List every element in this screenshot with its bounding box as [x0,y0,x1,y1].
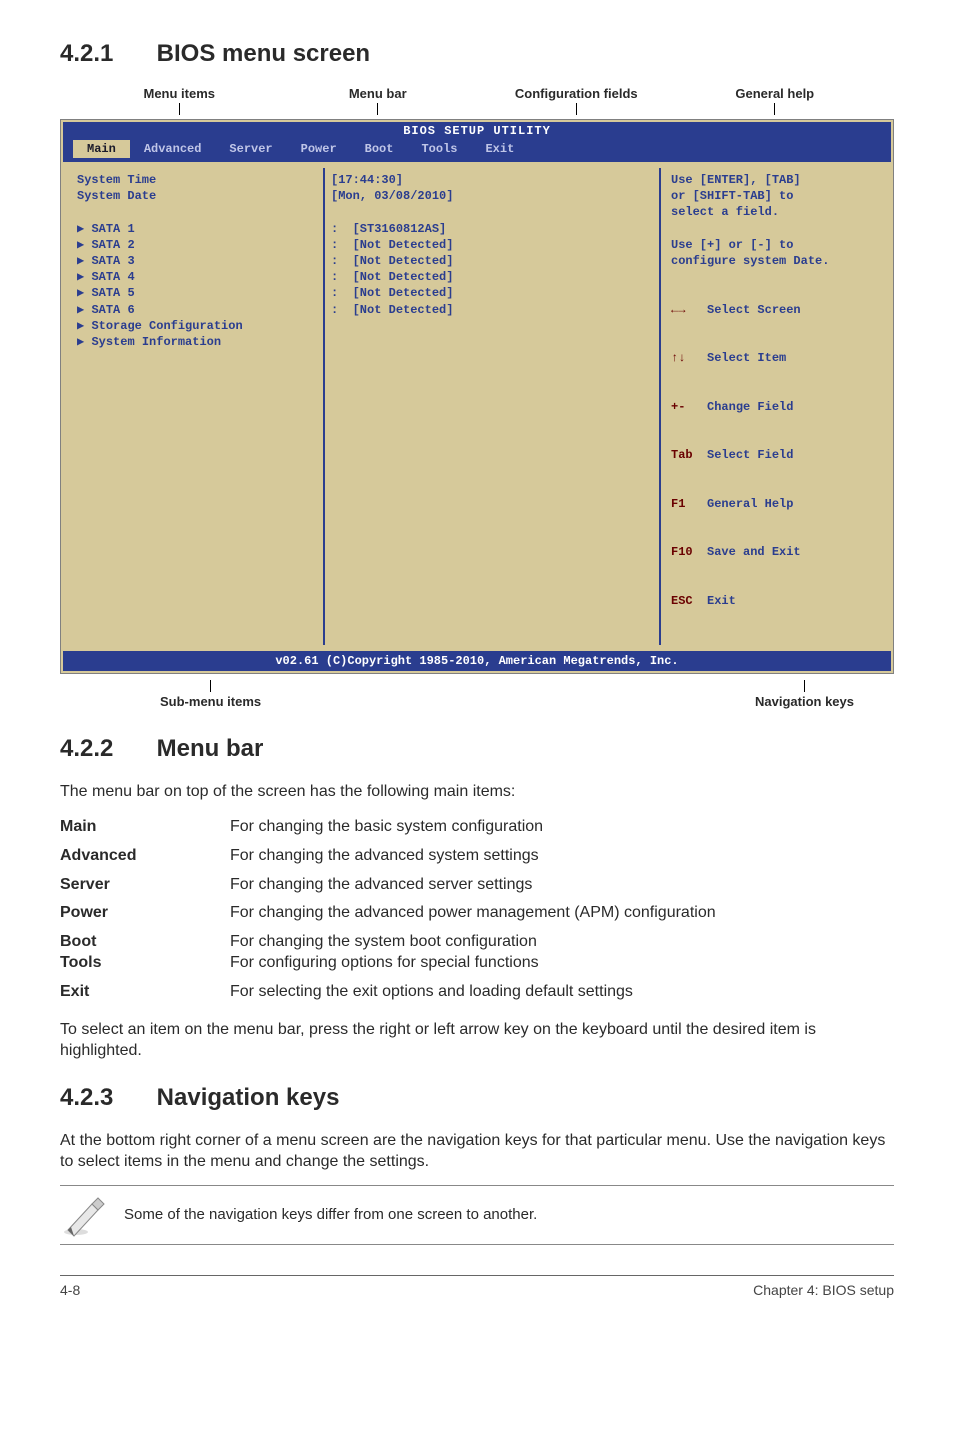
menubar-desc: For changing the advanced system setting… [230,842,894,871]
bios-tab-main[interactable]: Main [73,140,130,158]
bios-values-panel: [17:44:30] [Mon, 03/08/2010] : [ST316081… [325,162,659,651]
menubar-desc: For selecting the exit options and loadi… [230,978,894,1007]
help-line: or [SHIFT-TAB] to [671,188,881,204]
annot-general-help: General help [676,86,875,115]
menubar-desc: For changing the advanced power manageme… [230,899,894,928]
section-title: Menu bar [157,735,264,762]
help-line: Use [+] or [-] to [671,237,881,253]
bios-bottom-annotations: Sub-menu items Navigation keys [60,680,894,709]
page-number: 4-8 [60,1282,80,1298]
sata3-value: : [Not Detected] [331,253,653,269]
section-number: 4.2.2 [60,735,150,763]
menubar-key: Exit [60,978,230,1007]
annot-submenu-items: Sub-menu items [160,680,261,709]
help-line: configure system Date. [671,253,881,269]
bios-tab-advanced[interactable]: Advanced [130,140,216,158]
bios-help-panel: Use [ENTER], [TAB] or [SHIFT-TAB] to sel… [661,162,891,651]
system-date-item[interactable]: System Date [77,188,317,204]
sata6-value: : [Not Detected] [331,302,653,318]
sata4-item[interactable]: ▶ SATA 4 [77,269,317,285]
menubar-key: Main [60,813,230,842]
help-line: Use [ENTER], [TAB] [671,172,881,188]
menubar-key: Power [60,899,230,928]
nav-keys-box: ←→ Select Screen ↑↓ Select Item +- Chang… [671,269,881,641]
sata1-item[interactable]: ▶ SATA 1 [77,221,317,237]
annot-nav-keys: Navigation keys [755,680,854,709]
menubar-desc: For changing the advanced server setting… [230,871,894,900]
sata2-item[interactable]: ▶ SATA 2 [77,237,317,253]
bios-body: System Time System Date ▶ SATA 1 ▶ SATA … [63,162,891,651]
annot-menu-bar: Menu bar [279,86,478,115]
note-text: Some of the navigation keys differ from … [124,1206,537,1223]
sata5-value: : [Not Detected] [331,285,653,301]
bios-screenshot: BIOS SETUP UTILITY Main Advanced Server … [60,119,894,674]
bios-tab-tools[interactable]: Tools [407,140,471,158]
pencil-icon [60,1192,106,1238]
menubar-outro: To select an item on the menu bar, press… [60,1019,894,1062]
sata3-item[interactable]: ▶ SATA 3 [77,253,317,269]
system-time-value[interactable]: [17:44:30] [331,172,653,188]
sata6-item[interactable]: ▶ SATA 6 [77,302,317,318]
bios-header-bar: BIOS SETUP UTILITY Main Advanced Server … [63,122,891,162]
annot-menu-items: Menu items [80,86,279,115]
bios-left-panel: System Time System Date ▶ SATA 1 ▶ SATA … [63,162,323,651]
bios-tab-power[interactable]: Power [287,140,351,158]
menubar-desc: For changing the basic system configurat… [230,813,894,842]
sata1-value: : [ST3160812AS] [331,221,653,237]
storage-config-item[interactable]: ▶ Storage Configuration [77,318,317,334]
navkeys-paragraph: At the bottom right corner of a menu scr… [60,1130,894,1173]
menubar-desc: For changing the system boot configurati… [230,928,894,978]
bios-tab-boot[interactable]: Boot [351,140,408,158]
note-box: Some of the navigation keys differ from … [60,1185,894,1245]
system-info-item[interactable]: ▶ System Information [77,334,317,350]
system-date-value[interactable]: [Mon, 03/08/2010] [331,188,653,204]
section-number: 4.2.3 [60,1084,150,1112]
sata4-value: : [Not Detected] [331,269,653,285]
sata2-value: : [Not Detected] [331,237,653,253]
section-heading-423: 4.2.3 Navigation keys [60,1084,894,1112]
sata5-item[interactable]: ▶ SATA 5 [77,285,317,301]
section-heading-422: 4.2.2 Menu bar [60,735,894,763]
section-heading-421: 4.2.1 BIOS menu screen [60,40,894,68]
bios-tab-exit[interactable]: Exit [471,140,528,158]
system-time-item[interactable]: System Time [77,172,317,188]
help-line: select a field. [671,204,881,220]
page-chapter: Chapter 4: BIOS setup [753,1282,894,1298]
menubar-key: BootTools [60,928,230,978]
page-footer: 4-8 Chapter 4: BIOS setup [60,1275,894,1298]
bios-footer: v02.61 (C)Copyright 1985-2010, American … [63,651,891,671]
bios-tabs: Main Advanced Server Power Boot Tools Ex… [63,140,891,162]
bios-title: BIOS SETUP UTILITY [63,122,891,140]
menubar-items-table: MainFor changing the basic system config… [60,813,894,1007]
section-number: 4.2.1 [60,40,150,68]
menubar-intro: The menu bar on top of the screen has th… [60,781,894,803]
section-title: Navigation keys [157,1084,340,1111]
annot-config-fields: Configuration fields [477,86,676,115]
bios-top-annotations: Menu items Menu bar Configuration fields… [60,86,894,115]
bios-tab-server[interactable]: Server [215,140,286,158]
menubar-key: Server [60,871,230,900]
section-title: BIOS menu screen [157,40,370,67]
menubar-key: Advanced [60,842,230,871]
